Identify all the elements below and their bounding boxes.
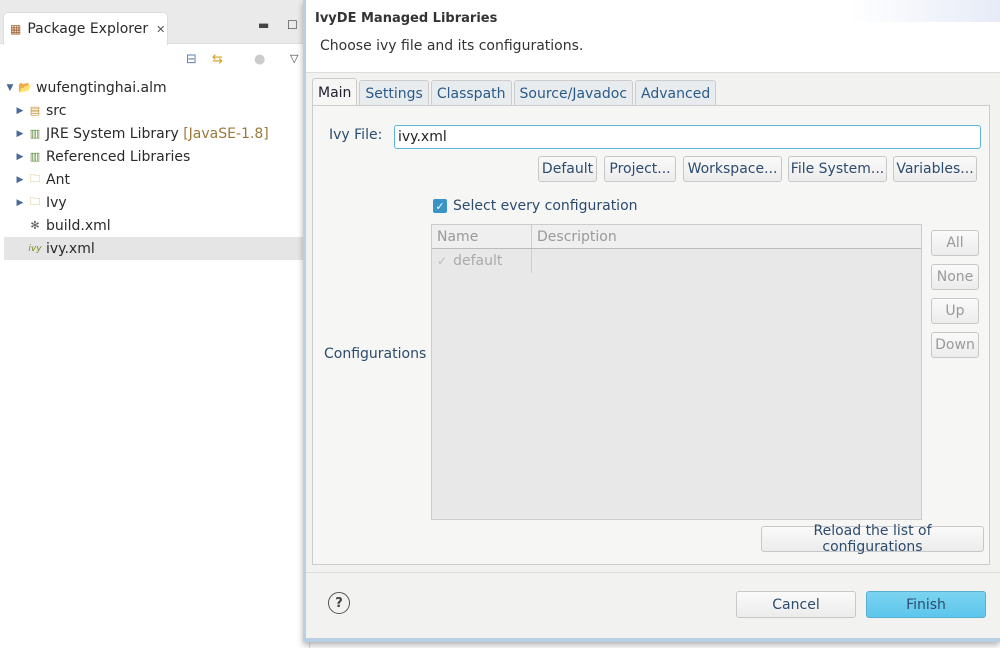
column-header-description[interactable]: Description: [532, 225, 921, 248]
collapsed-arrow-icon[interactable]: ▶: [14, 129, 26, 139]
tab-classpath[interactable]: Classpath: [430, 80, 512, 106]
node-label: Ant: [46, 171, 70, 188]
cell-name: ✓ default: [432, 249, 532, 273]
reload-configurations-button[interactable]: Reload the list of configurations: [761, 523, 984, 555]
ivy-file-label: Ivy File:: [329, 127, 383, 143]
tree-node-ivy[interactable]: ▶ 🗀 Ivy: [4, 191, 304, 214]
project-icon: 📂: [18, 81, 32, 94]
tree-node-jre[interactable]: ▶ ▥ JRE System Library [JavaSE-1.8]: [4, 122, 304, 145]
package-explorer-view: ▦ Package Explorer ✕ ▬ ☐ ⊟ ⇆ ● ▽ ▼ 📂 wuf…: [0, 0, 310, 648]
library-icon: ▥: [29, 127, 41, 140]
table-row[interactable]: ✓ default: [432, 249, 921, 273]
close-icon[interactable]: ✕: [156, 23, 165, 36]
node-label: wufengtinghai.alm: [36, 79, 167, 96]
cell-description: [532, 249, 537, 273]
variables-button[interactable]: Variables...: [893, 156, 977, 182]
dialog-message: Choose ivy file and its configurations.: [320, 38, 584, 54]
folder-icon: 🗀: [29, 195, 41, 208]
collapsed-arrow-icon[interactable]: ▶: [14, 106, 26, 116]
folder-icon: 🗀: [29, 172, 41, 185]
tab-label: Package Explorer: [27, 21, 149, 37]
configurations-label: Configurations: [324, 346, 427, 362]
configurations-table[interactable]: Name Description ✓ default: [431, 224, 922, 520]
checkmark-icon: ✓: [433, 199, 447, 213]
ivy-file-icon: ivy: [28, 243, 42, 254]
row-name: default: [453, 253, 503, 269]
tab-source-javadoc[interactable]: Source/Javadoc: [513, 80, 634, 106]
view-menu-icon[interactable]: ▽: [290, 52, 298, 65]
up-button[interactable]: Up: [931, 298, 979, 324]
down-button[interactable]: Down: [931, 332, 979, 358]
column-header-name[interactable]: Name: [432, 225, 532, 248]
node-label: Ivy: [46, 194, 67, 211]
expanded-arrow-icon[interactable]: ▼: [4, 83, 16, 93]
ivy-file-input[interactable]: [394, 125, 981, 149]
tab-main[interactable]: Main: [312, 78, 358, 106]
package-explorer-tab[interactable]: ▦ Package Explorer ✕: [3, 12, 168, 45]
ant-file-icon: ✻: [30, 219, 40, 232]
table-header: Name Description: [432, 225, 921, 249]
focus-icon[interactable]: ●: [254, 52, 265, 67]
tree-node-project[interactable]: ▼ 📂 wufengtinghai.alm: [4, 76, 304, 99]
node-label: ivy.xml: [46, 240, 95, 257]
file-system-button[interactable]: File System...: [788, 156, 887, 182]
select-every-configuration-checkbox[interactable]: ✓ Select every configuration: [433, 198, 638, 214]
dialog-title: IvyDE Managed Libraries: [315, 11, 498, 26]
tab-advanced[interactable]: Advanced: [635, 80, 717, 106]
node-decoration: [JavaSE-1.8]: [183, 125, 269, 142]
maximize-icon[interactable]: ☐: [287, 18, 298, 32]
all-button[interactable]: All: [931, 230, 979, 256]
collapse-all-icon[interactable]: ⊟: [186, 52, 197, 67]
package-explorer-icon: ▦: [10, 22, 22, 36]
node-label: Referenced Libraries: [46, 148, 191, 165]
main-tab-panel: Ivy File: Default Project... Workspace..…: [312, 105, 990, 565]
tree-node-build-xml[interactable]: ✻ build.xml: [4, 214, 304, 237]
workspace-button[interactable]: Workspace...: [683, 156, 782, 182]
minimize-icon[interactable]: ▬: [258, 18, 269, 32]
project-tree: ▼ 📂 wufengtinghai.alm ▶ ▤ src ▶ ▥ JRE Sy…: [4, 76, 304, 260]
collapsed-arrow-icon[interactable]: ▶: [14, 175, 26, 185]
row-checkbox-icon[interactable]: ✓: [437, 254, 447, 268]
collapsed-arrow-icon[interactable]: ▶: [14, 198, 26, 208]
tree-node-ant[interactable]: ▶ 🗀 Ant: [4, 168, 304, 191]
help-icon[interactable]: ?: [328, 592, 350, 614]
finish-button[interactable]: Finish: [866, 591, 986, 618]
link-with-editor-icon[interactable]: ⇆: [212, 52, 223, 67]
tree-node-referenced-libraries[interactable]: ▶ ▥ Referenced Libraries: [4, 145, 304, 168]
node-label: build.xml: [46, 217, 111, 234]
dialog-header: IvyDE Managed Libraries Choose ivy file …: [306, 0, 1000, 73]
view-tab-bar: ▦ Package Explorer ✕ ▬ ☐: [0, 0, 310, 45]
library-icon: ▥: [29, 150, 41, 163]
dialog-tabs: Main Settings Classpath Source/Javadoc A…: [312, 78, 718, 106]
tree-node-ivy-xml[interactable]: ivy ivy.xml: [4, 237, 304, 260]
default-button[interactable]: Default: [538, 156, 597, 182]
node-label: src: [46, 102, 67, 119]
footer-separator: [306, 572, 1000, 573]
none-button[interactable]: None: [931, 264, 979, 290]
package-folder-icon: ▤: [29, 104, 41, 117]
tab-settings[interactable]: Settings: [359, 80, 429, 106]
collapsed-arrow-icon[interactable]: ▶: [14, 152, 26, 162]
tree-node-src[interactable]: ▶ ▤ src: [4, 99, 304, 122]
cancel-button[interactable]: Cancel: [736, 591, 856, 618]
ivyde-dialog: IvyDE Managed Libraries Choose ivy file …: [303, 0, 1000, 642]
node-label: JRE System Library: [46, 125, 179, 142]
project-button[interactable]: Project...: [604, 156, 676, 182]
checkbox-label: Select every configuration: [453, 198, 638, 214]
